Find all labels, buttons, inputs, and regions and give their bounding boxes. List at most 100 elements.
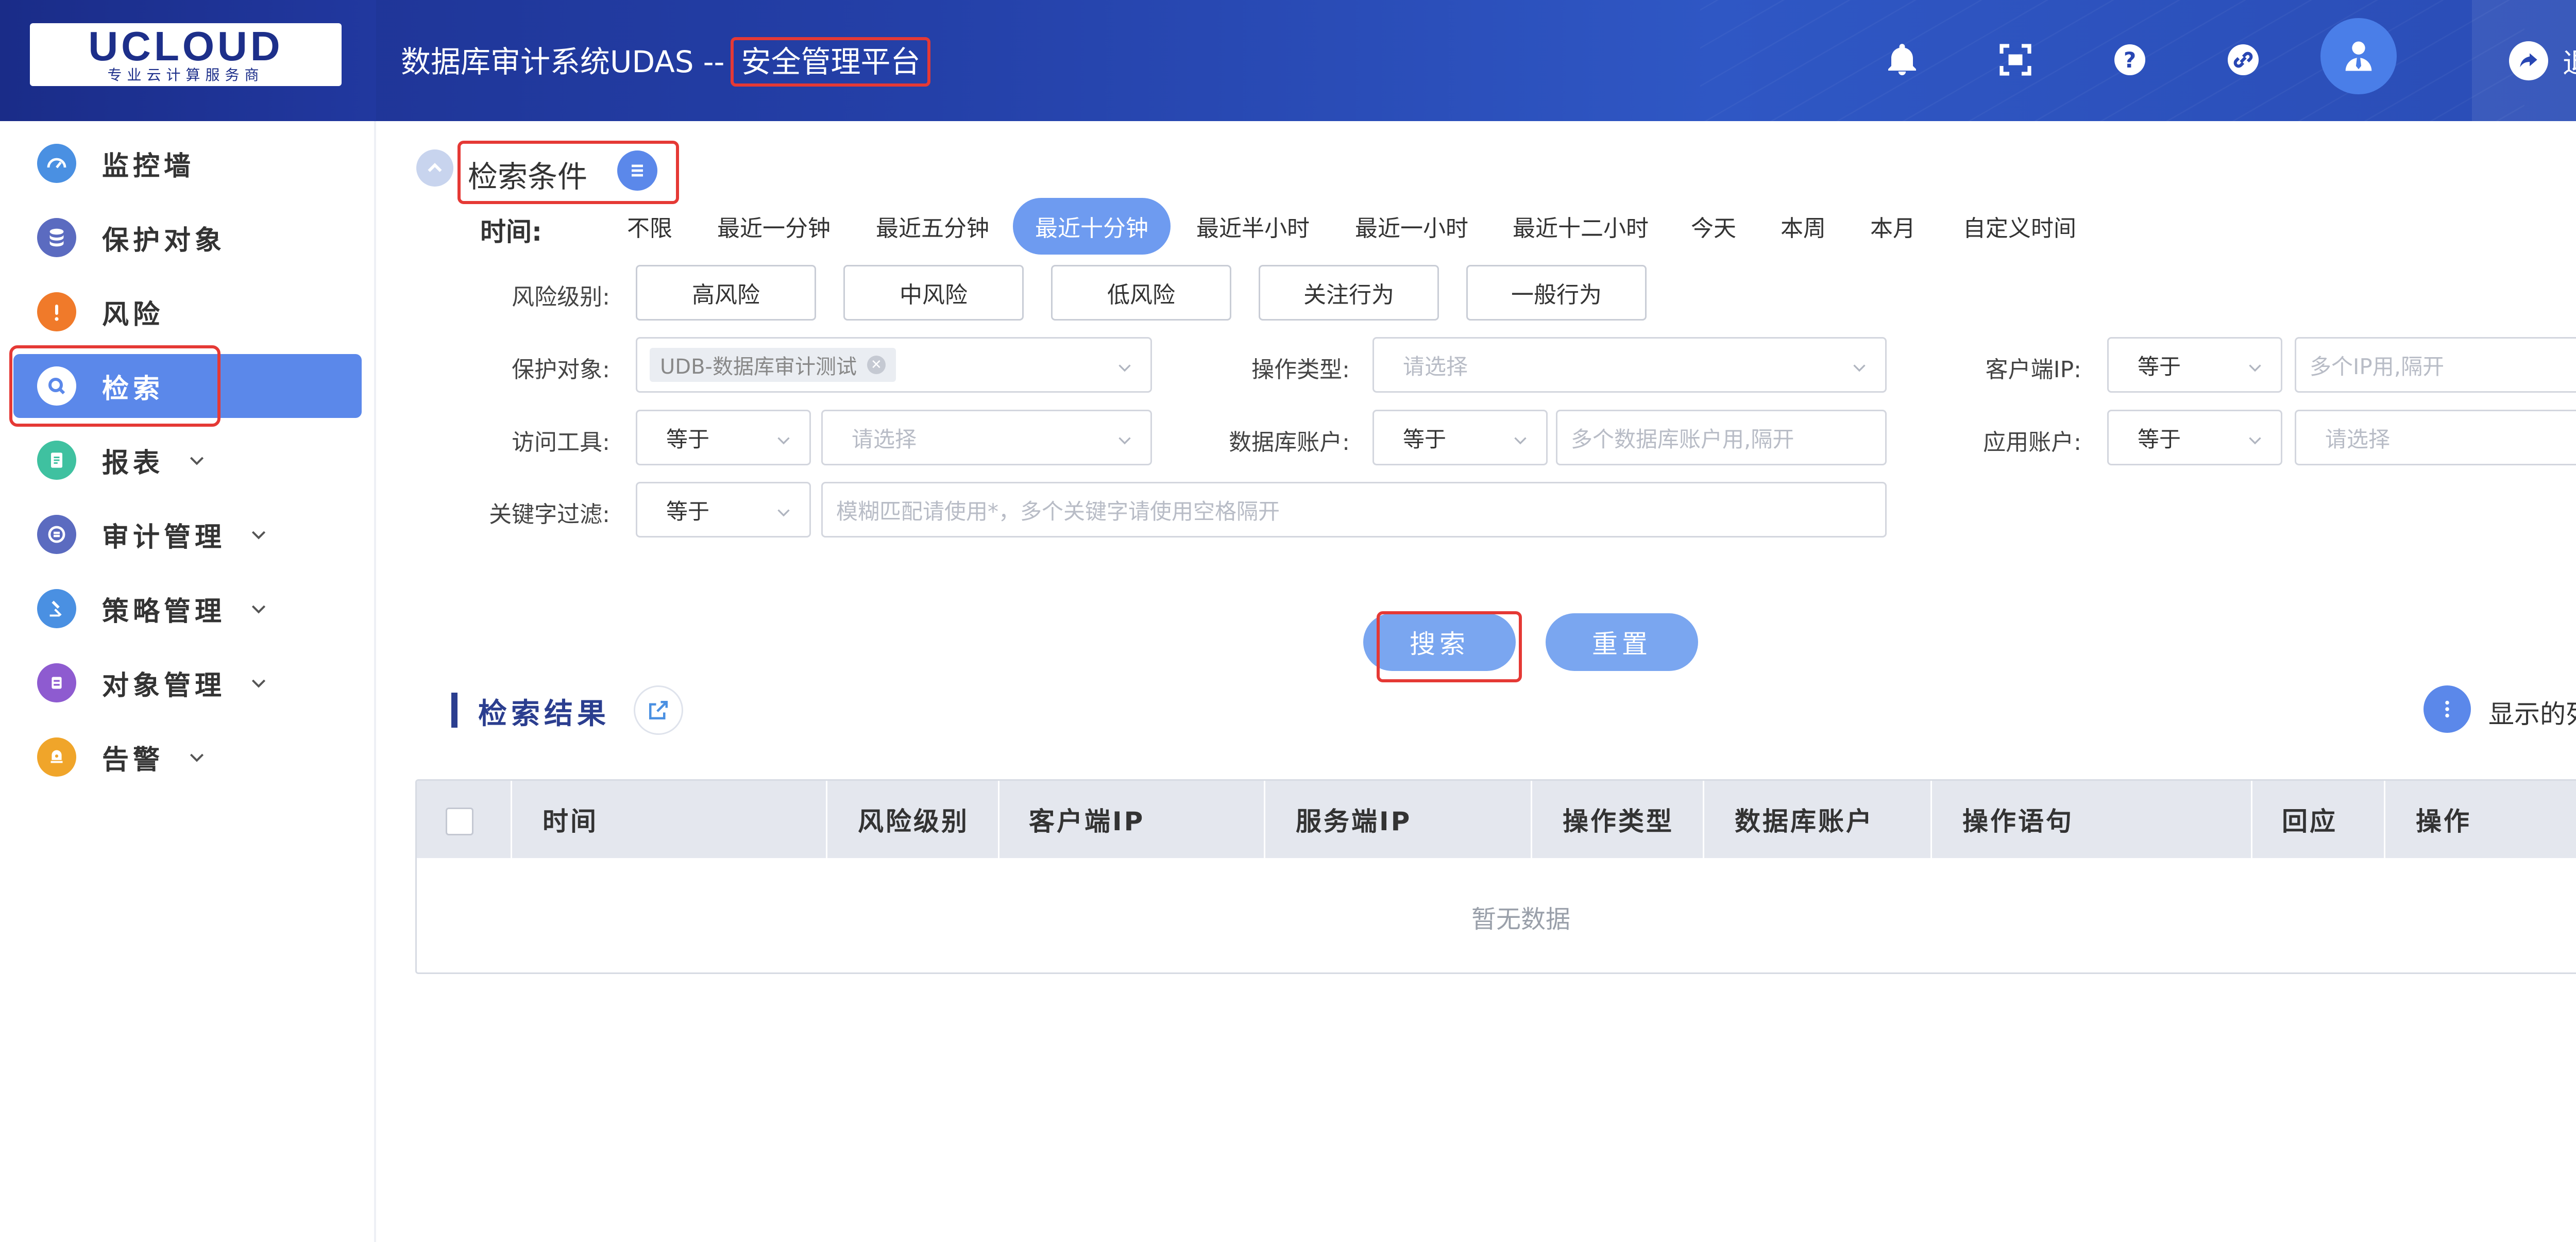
- fullscreen-icon[interactable]: [1989, 33, 2042, 87]
- results-title-marker: [451, 693, 457, 728]
- app-account-operator-select[interactable]: 等于: [2107, 410, 2282, 465]
- search-button[interactable]: 搜索: [1363, 613, 1516, 671]
- time-option-1hour[interactable]: 最近一小时: [1345, 198, 1479, 255]
- protected-object-tag-label: UDB-数据库审计测试: [660, 355, 857, 379]
- collapse-button[interactable]: [416, 149, 453, 187]
- displayed-columns-button[interactable]: 显示的列: [2488, 694, 2576, 731]
- tag-remove-icon[interactable]: ✕: [867, 356, 886, 374]
- sidebar-item-label: 监控墙: [102, 150, 195, 182]
- sidebar-item-alarm[interactable]: 告警: [0, 725, 376, 789]
- sidebar-item-object-management[interactable]: 对象管理: [0, 651, 376, 715]
- risk-attention-button[interactable]: 关注行为: [1259, 265, 1439, 321]
- column-header-client-ip[interactable]: 客户端IP: [1029, 781, 1145, 858]
- logout-icon: [2509, 41, 2548, 80]
- sidebar-item-label: 审计管理: [102, 522, 226, 553]
- time-option-custom[interactable]: 自定义时间: [1953, 198, 2087, 255]
- audit-icon: [37, 515, 76, 554]
- app-title-highlight: 安全管理平台: [731, 37, 931, 87]
- logo-area: UCLOUD 专业云计算服务商: [0, 0, 376, 121]
- column-header-db-account[interactable]: 数据库账户: [1735, 781, 1874, 858]
- search-conditions-title: 检索条件: [468, 159, 588, 194]
- chevron-down-icon: [777, 509, 790, 517]
- column-header-actions[interactable]: 操作: [2416, 781, 2471, 858]
- time-option-this-month[interactable]: 本月: [1862, 198, 1924, 255]
- db-account-label: 数据库账户:: [1229, 429, 1350, 456]
- app-title: 数据库审计系统UDAS -- 安全管理平台: [401, 37, 931, 87]
- client-ip-placeholder: 多个IP用,隔开: [2310, 354, 2445, 379]
- chevron-down-icon: [1118, 364, 1131, 372]
- database-icon: [37, 218, 76, 257]
- client-ip-operator-value: 等于: [2138, 354, 2181, 379]
- time-option-30min[interactable]: 最近半小时: [1186, 198, 1320, 255]
- sidebar: 监控墙 保护对象 风险 检索 报表 审计管理 策略管理 对象管理 告警: [0, 121, 376, 1242]
- app-account-operator-value: 等于: [2138, 426, 2181, 452]
- sidebar-item-label: 检索: [102, 373, 164, 405]
- column-header-risk-level[interactable]: 风险级别: [858, 781, 969, 858]
- client-ip-input[interactable]: 多个IP用,隔开: [2295, 337, 2576, 393]
- chevron-down-icon: [187, 450, 207, 471]
- sidebar-item-label: 对象管理: [102, 670, 226, 701]
- time-option-5min[interactable]: 最近五分钟: [866, 198, 999, 255]
- export-icon[interactable]: [634, 685, 683, 735]
- sidebar-item-policy-management[interactable]: 策略管理: [0, 577, 376, 641]
- sidebar-item-label: 保护对象: [102, 225, 226, 256]
- chevron-down-icon: [248, 524, 269, 545]
- sidebar-item-audit-management[interactable]: 审计管理: [0, 502, 376, 566]
- time-option-1min[interactable]: 最近一分钟: [707, 198, 841, 255]
- time-option-this-week[interactable]: 本周: [1772, 198, 1834, 255]
- risk-general-button[interactable]: 一般行为: [1466, 265, 1647, 321]
- app-title-main: 数据库审计系统UDAS: [401, 44, 694, 79]
- risk-low-button[interactable]: 低风险: [1051, 265, 1231, 321]
- results-table: 时间 风险级别 客户端IP 服务端IP 操作类型 数据库账户 操作语句 回应 操…: [415, 779, 2576, 974]
- time-option-today[interactable]: 今天: [1683, 198, 1744, 255]
- keyword-input[interactable]: 模糊匹配请使用*，多个关键字请使用空格隔开: [821, 482, 1887, 538]
- sidebar-item-reports[interactable]: 报表: [0, 428, 376, 492]
- bell-icon[interactable]: [1875, 33, 1929, 87]
- search-icon: [37, 366, 76, 406]
- column-header-server-ip[interactable]: 服务端IP: [1296, 781, 1412, 858]
- logout-button[interactable]: 退出: [2472, 0, 2576, 121]
- access-tool-select[interactable]: 请选择: [821, 410, 1152, 465]
- chevron-down-icon: [2249, 364, 2261, 372]
- risk-high-button[interactable]: 高风险: [636, 265, 816, 321]
- sidebar-item-search[interactable]: 检索: [0, 354, 376, 418]
- protected-object-label: 保护对象:: [512, 357, 610, 383]
- app-title-separator: --: [703, 44, 725, 79]
- keyword-operator-select[interactable]: 等于: [636, 482, 811, 538]
- db-account-operator-select[interactable]: 等于: [1372, 410, 1548, 465]
- sidebar-item-protected-objects[interactable]: 保护对象: [0, 206, 376, 270]
- select-all-checkbox[interactable]: [446, 808, 473, 835]
- column-header-statement[interactable]: 操作语句: [1962, 781, 2074, 858]
- reset-button[interactable]: 重置: [1546, 613, 1698, 671]
- column-header-operation-type[interactable]: 操作类型: [1563, 781, 1674, 858]
- chevron-down-icon: [777, 437, 790, 445]
- column-header-response[interactable]: 回应: [2282, 781, 2337, 858]
- protected-object-tag: UDB-数据库审计测试 ✕: [650, 348, 896, 382]
- access-tool-operator-value: 等于: [666, 426, 710, 452]
- alert-icon: [37, 292, 76, 331]
- column-header-time[interactable]: 时间: [543, 781, 598, 858]
- keyword-filter-label: 关键字过滤:: [489, 501, 610, 528]
- chevron-down-icon: [248, 598, 269, 619]
- link-icon[interactable]: [2216, 33, 2270, 87]
- time-option-12hours[interactable]: 最近十二小时: [1503, 198, 1658, 255]
- time-option-10min[interactable]: 最近十分钟: [1013, 198, 1171, 255]
- risk-medium-button[interactable]: 中风险: [843, 265, 1024, 321]
- sidebar-item-risk[interactable]: 风险: [0, 280, 376, 344]
- policy-icon: [37, 589, 76, 628]
- user-avatar-icon[interactable]: [2320, 18, 2397, 94]
- client-ip-operator-select[interactable]: 等于: [2107, 337, 2282, 393]
- access-tool-operator-select[interactable]: 等于: [636, 410, 811, 465]
- protected-object-select[interactable]: UDB-数据库审计测试 ✕: [636, 337, 1152, 393]
- column-settings-icon[interactable]: [2424, 685, 2471, 733]
- app-account-select[interactable]: 请选择: [2295, 410, 2576, 465]
- alarm-icon: [37, 737, 76, 777]
- db-account-input[interactable]: 多个数据库账户用,隔开: [1556, 410, 1887, 465]
- help-icon[interactable]: ?: [2103, 33, 2157, 87]
- menu-list-icon[interactable]: [617, 150, 657, 191]
- operation-type-select[interactable]: 请选择: [1372, 337, 1887, 393]
- time-option-unlimited[interactable]: 不限: [616, 198, 683, 255]
- dashboard-icon: [37, 144, 76, 183]
- svg-text:?: ?: [2124, 47, 2136, 73]
- sidebar-item-monitor-wall[interactable]: 监控墙: [0, 131, 376, 195]
